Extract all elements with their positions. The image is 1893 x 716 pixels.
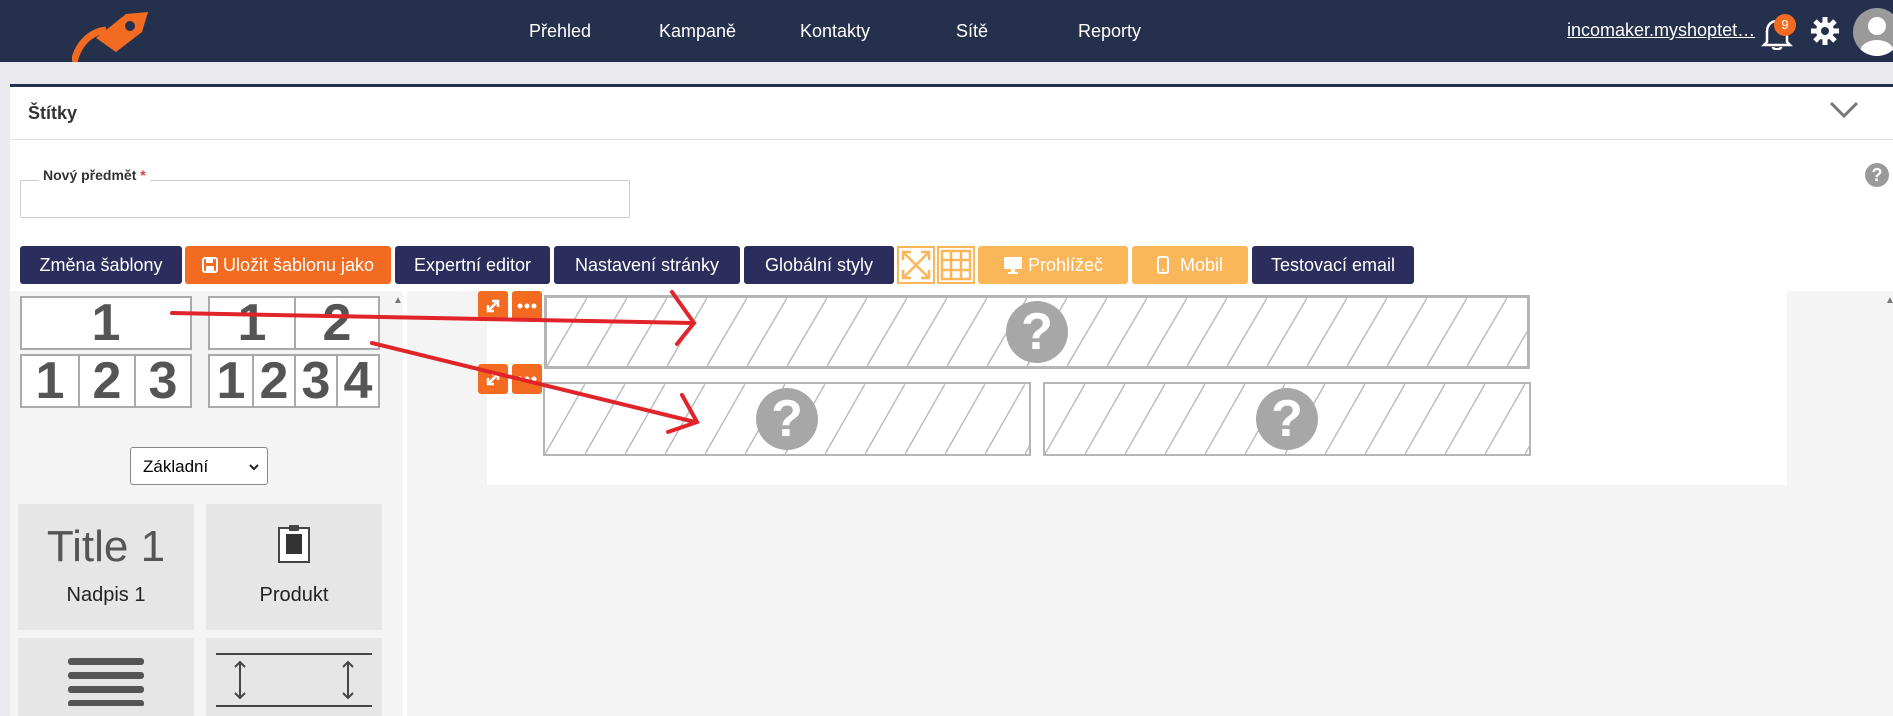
tile-spacer[interactable] (206, 638, 382, 716)
email-canvas: ? ? ? (478, 291, 1787, 485)
move-arrows-icon (486, 299, 500, 313)
layout-three-columns[interactable]: 1 2 3 (20, 354, 192, 408)
mobile-phone-icon (1156, 256, 1169, 274)
canvas-area: ▲ ? ? ? (407, 291, 1893, 716)
section-title: Štítky (28, 103, 78, 123)
grid-icon (940, 249, 972, 281)
layout-two-seg-1: 1 (237, 294, 267, 352)
row-1-empty-block[interactable]: ? (544, 295, 1530, 369)
layout-three-seg-2: 2 (78, 355, 134, 407)
layout-four-seg-3: 3 (294, 355, 336, 407)
layout-four-seg-1: 1 (216, 352, 246, 410)
browser-preview-label: Prohlížeč (1027, 255, 1104, 275)
category-select[interactable]: Základní (130, 447, 268, 485)
text-lines-icon (68, 658, 144, 706)
mobile-preview-label: Mobil (1180, 255, 1224, 275)
user-account-link[interactable]: incomaker.myshoptet… (1567, 20, 1755, 41)
spacer-icon (216, 653, 372, 707)
canvas-scroll-up[interactable]: ▲ (1885, 295, 1893, 306)
gear-icon[interactable] (1810, 16, 1840, 46)
test-email-button[interactable]: Testovací email (1252, 246, 1414, 284)
chevron-down-icon (249, 464, 259, 471)
row-1-move-handle[interactable] (478, 291, 508, 321)
row-2-left-empty-block[interactable]: ? (543, 382, 1031, 456)
row-1-options-button[interactable] (512, 291, 542, 321)
subject-label-text: Nový předmět (43, 167, 137, 183)
placeholder-question-icon: ? (1006, 301, 1068, 363)
floppy-disk-icon (201, 257, 218, 273)
layout-two-columns[interactable]: 1 2 (208, 296, 380, 350)
placeholder-question-icon: ? (1256, 388, 1318, 450)
category-select-value: Základní (143, 457, 209, 476)
help-icon[interactable]: ? (1864, 162, 1890, 188)
page-settings-button[interactable]: Nastavení stránky (554, 246, 740, 284)
placeholder-question-icon: ? (756, 388, 818, 450)
layout-one-column[interactable]: 1 (20, 296, 192, 350)
layout-three-seg-1: 1 (35, 352, 65, 410)
subject-label: Nový předmět * (39, 167, 150, 183)
nav-reports[interactable]: Reporty (1078, 21, 1141, 42)
required-mark: * (140, 167, 146, 183)
move-arrows-icon (486, 372, 500, 386)
monitor-icon (1003, 257, 1022, 274)
grid-toggle-button[interactable] (937, 246, 975, 284)
notification-badge: 9 (1774, 14, 1796, 36)
editor-panel: Štítky Nový předmět * ? Změna šablony Ul… (10, 84, 1893, 716)
global-styles-button[interactable]: Globální styly (744, 246, 894, 284)
palette-scroll-up[interactable]: ▲ (393, 295, 403, 306)
layout-two-seg-2: 2 (294, 297, 378, 349)
layout-four-seg-2: 2 (252, 355, 294, 407)
top-nav-bar: Přehled Kampaně Kontakty Sítě Reporty in… (0, 0, 1893, 62)
nav-overview[interactable]: Přehled (529, 21, 591, 42)
row-2-right-empty-block[interactable]: ? (1043, 382, 1531, 456)
mobile-preview-button[interactable]: Mobil (1132, 246, 1248, 284)
blocks-palette: 1 1 2 1 2 3 1 2 3 4 Základní Title 1 Nad… (10, 291, 403, 716)
change-template-button[interactable]: Změna šablony (20, 246, 182, 284)
expert-editor-button[interactable]: Expertní editor (395, 246, 550, 284)
section-divider (10, 139, 1893, 140)
expand-arrows-icon (901, 250, 931, 280)
nav-networks[interactable]: Sítě (956, 21, 988, 42)
save-template-as-label: Uložit šablonu jako (222, 255, 375, 275)
row-2-move-handle[interactable] (478, 364, 508, 394)
clipboard-icon (278, 525, 310, 563)
rocket-logo-icon[interactable] (72, 10, 152, 62)
more-dots-icon (517, 376, 537, 382)
heading-tile-label: Nadpis 1 (66, 584, 146, 606)
tile-text[interactable] (18, 638, 194, 716)
chevron-down-icon[interactable] (1828, 99, 1860, 121)
tile-product[interactable]: Produkt (206, 504, 382, 630)
layout-one-number: 1 (91, 294, 121, 352)
layout-four-columns[interactable]: 1 2 3 4 (208, 354, 380, 408)
layout-four-seg-4: 4 (336, 355, 378, 407)
svg-text:?: ? (1872, 165, 1883, 185)
row-2-options-button[interactable] (512, 364, 542, 394)
product-tile-label: Produkt (259, 584, 329, 606)
more-dots-icon (517, 303, 537, 309)
avatar[interactable] (1853, 8, 1893, 56)
browser-preview-button[interactable]: Prohlížeč (978, 246, 1128, 284)
nav-contacts[interactable]: Kontakty (800, 21, 870, 42)
layout-three-seg-3: 3 (134, 355, 190, 407)
save-template-as-button[interactable]: Uložit šablonu jako (185, 246, 391, 284)
subject-input[interactable] (20, 180, 630, 218)
fullscreen-button[interactable] (897, 246, 935, 284)
nav-campaigns[interactable]: Kampaně (659, 21, 736, 42)
tile-heading-1[interactable]: Title 1 Nadpis 1 (18, 504, 194, 630)
user-silhouette-icon (1860, 17, 1893, 56)
top-gap (0, 62, 1893, 84)
heading-preview: Title 1 (46, 522, 166, 571)
